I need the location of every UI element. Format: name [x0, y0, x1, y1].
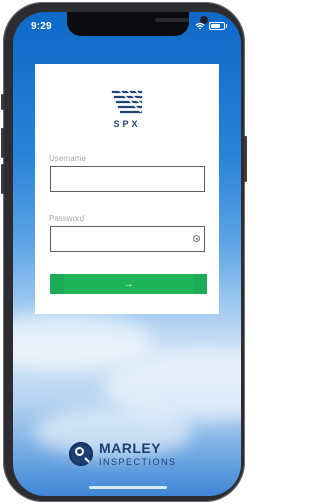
app-screen: 9:29 SPX Username Password → MARLEY INSP… — [13, 12, 241, 496]
volume-down-button — [1, 164, 4, 194]
home-indicator[interactable] — [89, 486, 167, 489]
magnifier-icon — [69, 442, 93, 466]
speaker — [155, 18, 189, 22]
wifi-icon — [195, 22, 205, 30]
phone-frame: 9:29 SPX Username Password → MARLEY INSP… — [1, 2, 247, 502]
password-field[interactable] — [50, 226, 205, 252]
status-time: 9:29 — [31, 21, 52, 32]
volume-up-button — [1, 128, 4, 158]
username-label: Username — [49, 154, 86, 163]
inspections-wordmark: INSPECTIONS — [99, 457, 177, 467]
side-button — [244, 136, 247, 182]
spx-logo-icon — [111, 87, 143, 114]
marley-inspections-logo: MARLEY INSPECTIONS — [69, 438, 193, 472]
login-card: SPX Username Password → — [35, 64, 219, 314]
show-password-icon[interactable] — [193, 235, 200, 242]
submit-button[interactable]: → — [50, 274, 207, 294]
notch — [67, 12, 208, 36]
battery-icon — [209, 22, 227, 30]
password-label: Password — [49, 214, 85, 223]
status-icons — [195, 22, 227, 30]
arrow-right-icon: → — [123, 278, 134, 290]
mute-switch — [1, 94, 4, 110]
marley-wordmark: MARLEY — [99, 440, 162, 456]
brand-wordmark: SPX — [113, 119, 141, 129]
username-field[interactable] — [50, 166, 205, 192]
